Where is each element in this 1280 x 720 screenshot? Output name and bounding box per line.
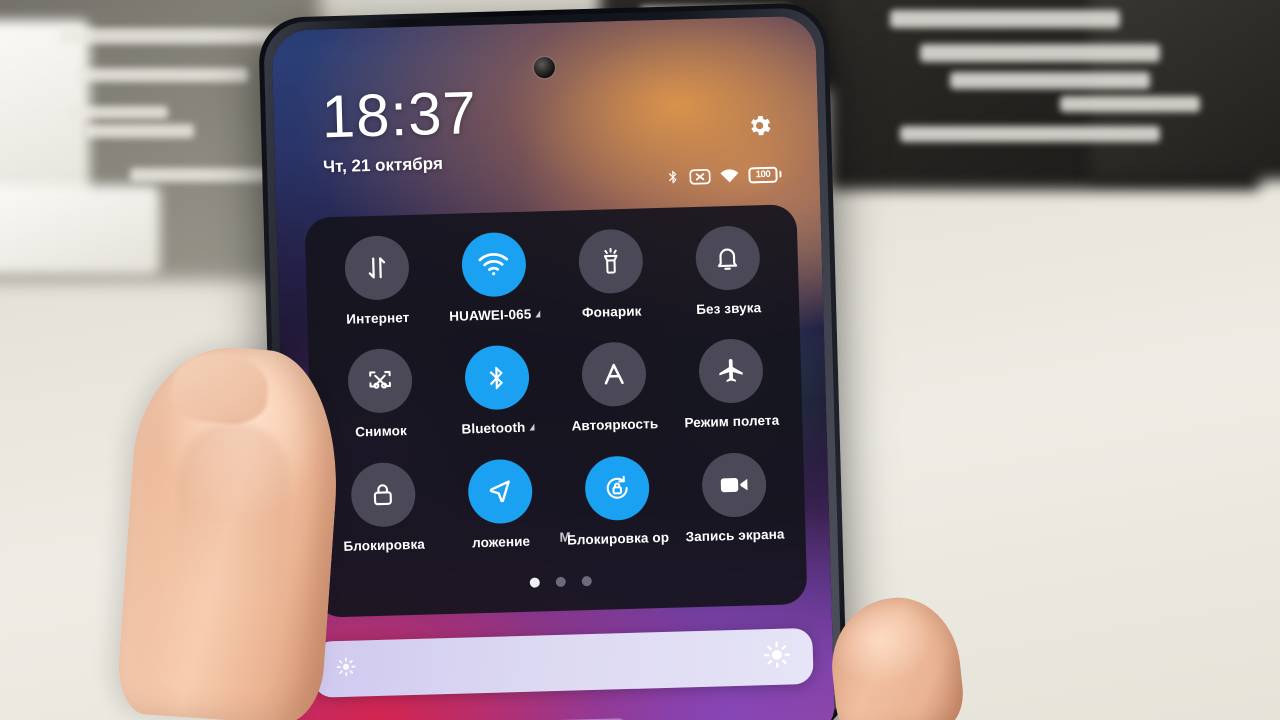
tile-auto-brightness[interactable]: Автояркость (554, 335, 674, 450)
brightness-high-icon (763, 640, 792, 674)
tile-label-airplane-mode: Режим полета (684, 413, 780, 431)
tile-label-lock: Блокировка (343, 536, 426, 554)
bluetooth-icon[interactable] (463, 345, 530, 411)
silent-mode-icon (689, 168, 711, 185)
tile-label-rotation-lock: Блокировка ор (566, 529, 670, 548)
background-blur-text-9 (1060, 96, 1200, 112)
tile-internet[interactable]: Интернет (317, 228, 437, 343)
tile-screenshot[interactable]: Снимок (320, 342, 440, 457)
battery-level-text: 100 (748, 166, 778, 183)
background-blur-text-10 (900, 126, 1160, 142)
background-blur-text-3 (68, 106, 168, 119)
phone-screen: 18:37 Чт, 21 октября 100 М Интернет HUAW… (271, 15, 836, 720)
tile-lock[interactable]: Блокировка (323, 455, 443, 570)
tile-label-wifi: HUAWEI-065 (449, 306, 541, 324)
rotation-lock-icon[interactable] (583, 455, 650, 521)
clock-time: 18:37 (320, 79, 478, 151)
tile-label-silent: Без звука (696, 300, 762, 317)
tile-screen-record[interactable]: Запись экрана (674, 445, 794, 560)
tile-label-internet: Интернет (346, 309, 410, 327)
status-bar-icons: 100 (665, 165, 782, 187)
bell-icon[interactable] (694, 225, 761, 291)
wifi-icon[interactable] (460, 231, 527, 298)
tile-silent[interactable]: Без звука (668, 218, 788, 333)
screenshot-icon[interactable] (346, 348, 413, 415)
tile-label-location: ложение (471, 533, 531, 550)
quick-settings-grid: Интернет HUAWEI-065 Фонарик Без звука Сн… (305, 218, 806, 570)
tile-label-bluetooth-text: Bluetooth (461, 420, 526, 437)
tile-label-screen-record: Запись экрана (685, 526, 785, 545)
bluetooth-icon (665, 167, 681, 186)
phone-device: 18:37 Чт, 21 октября 100 М Интернет HUAW… (257, 2, 849, 720)
tile-label-flashlight: Фонарик (581, 303, 642, 321)
quick-settings-panel: а М Интернет (304, 204, 808, 618)
location-arrow-icon[interactable] (466, 458, 533, 525)
screen-record-icon[interactable] (700, 451, 767, 518)
data-transfer-icon[interactable] (343, 235, 410, 301)
tile-bluetooth[interactable]: Bluetooth (437, 338, 557, 453)
page-indicator-dots[interactable] (315, 570, 807, 594)
photo-scene: 18:37 Чт, 21 октября 100 М Интернет HUAW… (0, 0, 1280, 720)
background-blur-text-1 (60, 28, 290, 44)
tile-wifi[interactable]: HUAWEI-065 (434, 225, 554, 340)
battery-icon: 100 (748, 166, 782, 183)
tile-rotation-lock[interactable]: Блокировка ор (557, 448, 677, 563)
page-dot-3[interactable] (581, 575, 592, 587)
chevron-expand-icon[interactable] (535, 310, 541, 318)
background-blur-text-5 (130, 168, 270, 182)
flashlight-icon[interactable] (577, 228, 644, 295)
tile-label-auto-brightness: Автояркость (571, 416, 659, 434)
tile-airplane-mode[interactable]: Режим полета (671, 332, 791, 447)
background-blur-text-8 (950, 72, 1150, 89)
background-blur-text-6 (890, 10, 1120, 28)
tile-location[interactable]: ложение (440, 452, 560, 567)
chevron-expand-icon[interactable] (529, 423, 535, 432)
auto-brightness-icon[interactable] (580, 341, 647, 408)
background-blur-text-2 (78, 68, 248, 82)
thumb-crease (165, 418, 294, 656)
lockscreen-clock-block: 18:37 Чт, 21 октября (320, 79, 479, 177)
background-white-object-2 (0, 185, 160, 275)
battery-tip (778, 170, 782, 178)
tile-label-screenshot: Снимок (355, 423, 408, 440)
background-blur-text-7 (920, 44, 1160, 62)
tile-label-bluetooth: Bluetooth (461, 420, 535, 437)
thumbnail-highlight (169, 349, 271, 427)
tile-flashlight[interactable]: Фонарик (551, 222, 671, 337)
lock-icon[interactable] (349, 461, 416, 528)
brightness-low-icon (335, 655, 358, 683)
page-dot-2[interactable] (555, 576, 566, 588)
wifi-icon (719, 167, 739, 185)
tile-label-wifi-text: HUAWEI-065 (449, 306, 532, 324)
page-dot-1[interactable] (529, 577, 540, 588)
airplane-icon[interactable] (697, 338, 764, 405)
background-blur-text-4 (84, 124, 194, 138)
settings-gear-icon[interactable] (746, 112, 774, 140)
